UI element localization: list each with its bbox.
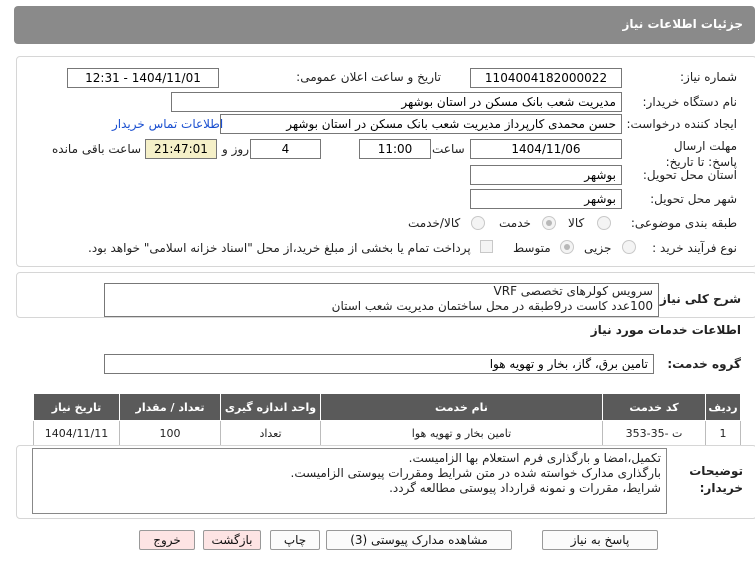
cell-name: تامین بخار و تهویه هوا: [320, 420, 603, 446]
back-button[interactable]: بازگشت: [203, 530, 261, 550]
category-option-service: خدمت: [499, 216, 531, 230]
remaining-time-field: 21:47:01: [145, 139, 217, 159]
table-header-row: ردیف کد خدمت نام خدمت واحد اندازه گیری ت…: [33, 393, 741, 421]
province-label: استان محل تحویل:: [642, 168, 737, 182]
city-field: بوشهر: [470, 189, 622, 209]
print-button[interactable]: چاپ: [270, 530, 320, 550]
remaining-label: ساعت باقی مانده: [52, 142, 142, 156]
exit-button[interactable]: خروج: [139, 530, 195, 550]
cell-unit: تعداد: [220, 420, 321, 446]
buyer-field: مدیریت شعب بانک مسکن در استان بوشهر: [171, 92, 622, 112]
deadline-date-field: 1404/11/06: [470, 139, 622, 159]
services-section-title: اطلاعات خدمات مورد نیاز: [590, 323, 741, 337]
creator-label: ایجاد کننده درخواست:: [626, 117, 737, 131]
col-code: کد خدمت: [602, 393, 706, 421]
description-label: شرح کلی نیاز:: [655, 292, 741, 306]
buyer-label: نام دستگاه خریدار:: [642, 95, 738, 109]
category-option-goods: کالا: [568, 216, 585, 230]
creator-field: حسن محمدی کارپرداز مدیریت شعب بانک مسکن …: [220, 114, 622, 134]
col-date: تاریخ نیاز: [33, 393, 120, 421]
payment-note: پرداخت تمام یا بخشی از مبلغ خرید،از محل …: [88, 241, 471, 255]
col-qty: تعداد / مقدار: [119, 393, 221, 421]
days-field: 4: [250, 139, 321, 159]
treasury-checkbox[interactable]: [480, 240, 493, 253]
process-radio-minor[interactable]: [622, 240, 636, 254]
page-title: جزئیات اطلاعات نیاز: [622, 17, 743, 31]
service-group-field: تامین برق، گاز، بخار و تهویه هوا: [104, 354, 654, 374]
city-label: شهر محل تحویل:: [650, 192, 737, 206]
table-row: 1 ت -35-353 تامین بخار و تهویه هوا تعداد…: [33, 420, 741, 446]
deadline-time-label: ساعت: [432, 142, 465, 156]
category-radio-service[interactable]: [542, 216, 556, 230]
process-radio-medium[interactable]: [560, 240, 574, 254]
cell-code: ت -35-353: [602, 420, 706, 446]
col-name: نام خدمت: [320, 393, 603, 421]
description-line-2: 100عدد کاست در9طبقه در محل ساختمان مدیری…: [331, 299, 653, 313]
announce-label: تاریخ و ساعت اعلان عمومی:: [296, 70, 441, 84]
announce-date-field: 1404/11/01 - 12:31: [67, 68, 219, 88]
category-option-goods-service: کالا/خدمت: [408, 216, 461, 230]
days-label: روز و: [222, 142, 249, 156]
notes-line-3: شرایط، مقررات و نمونه قرارداد پیوستی مطا…: [389, 481, 661, 495]
view-attachments-button[interactable]: مشاهده مدارک پیوستی (3): [326, 530, 512, 550]
cell-date: 1404/11/11: [33, 420, 120, 446]
province-field: بوشهر: [470, 165, 622, 185]
category-radio-goods-service[interactable]: [471, 216, 485, 230]
process-label: نوع فرآیند خرید :: [652, 241, 737, 255]
services-table: ردیف کد خدمت نام خدمت واحد اندازه گیری ت…: [33, 393, 741, 446]
category-radio-goods[interactable]: [597, 216, 611, 230]
notes-line-2: بارگذاری مدارک خواسته شده در متن شرایط و…: [290, 466, 662, 480]
notes-label: توضیحات خریدار:: [689, 464, 743, 495]
col-row: ردیف: [705, 393, 741, 421]
process-option-minor: جزیی: [584, 241, 612, 255]
col-unit: واحد اندازه گیری: [220, 393, 321, 421]
service-group-label: گروه خدمت:: [667, 357, 741, 371]
process-option-medium: متوسط: [513, 241, 551, 255]
description-box: سرویس کولرهای تخصصی VRF 100عدد کاست در9ط…: [104, 283, 659, 317]
deadline-time-field: 11:00: [359, 139, 431, 159]
description-line-1: سرویس کولرهای تخصصی VRF: [493, 284, 653, 298]
contact-buyer-link[interactable]: اطلاعات تماس خریدار: [112, 117, 223, 131]
need-number-field: 1104004182000022: [470, 68, 622, 88]
cell-row: 1: [705, 420, 741, 446]
notes-box[interactable]: تکمیل،امضا و بارگذاری فرم استعلام بها ال…: [32, 448, 667, 514]
deadline-label: مهلت ارسال پاسخ: تا تاریخ:: [665, 139, 737, 169]
need-number-label: شماره نیاز:: [680, 70, 737, 84]
cell-qty: 100: [119, 420, 221, 446]
category-label: طبقه بندی موضوعی:: [630, 216, 737, 230]
notes-line-1: تکمیل،امضا و بارگذاری فرم استعلام بها ال…: [408, 451, 661, 465]
reply-button[interactable]: پاسخ به نیاز: [542, 530, 658, 550]
page-header: جزئیات اطلاعات نیاز: [14, 6, 755, 44]
